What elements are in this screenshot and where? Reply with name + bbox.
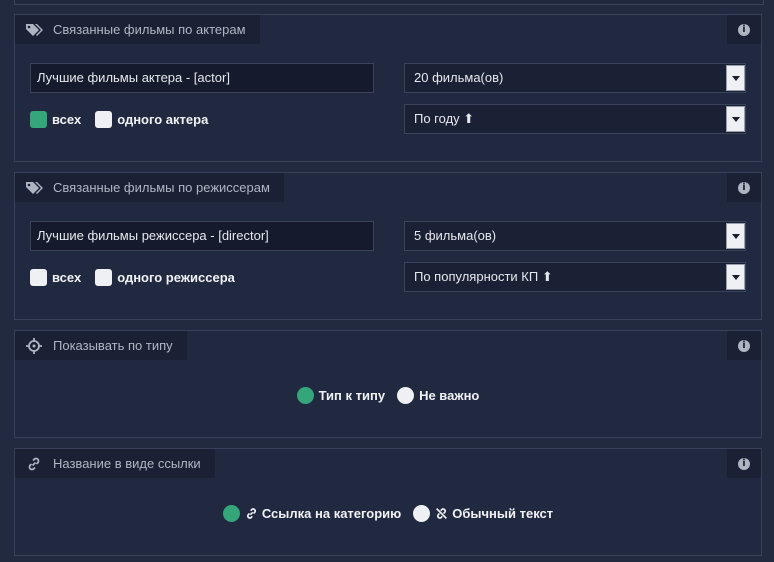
link-category-radio[interactable]: Ссылка на категорию [222,505,402,522]
link-panel-title: Название в виде ссылки [53,456,201,471]
director-related-panel: Связанные фильмы по режиссерам i Лучшие … [14,172,762,320]
director-info-button[interactable]: i [727,173,761,202]
type-radio-group: Тип к типу Не важно [15,387,761,404]
radio-dot[interactable] [222,505,240,522]
type-info-button[interactable]: i [727,331,761,360]
actor-single-checkbox[interactable]: одного актера [95,111,208,128]
link-icon [245,507,258,520]
radio-label: Обычный текст [452,506,554,521]
director-panel-title: Связанные фильмы по режиссерам [53,180,270,195]
director-count-select[interactable]: 5 фильма(ов) [404,221,746,251]
actor-sort-select[interactable]: По году ⬆ [404,104,746,134]
actor-info-button[interactable]: i [727,15,761,44]
link-panel: Название в виде ссылки i Ссылка на катег… [14,448,762,556]
checkbox-label: всех [52,112,82,127]
director-all-checkbox[interactable]: всех [30,269,81,286]
chevron-down-icon[interactable] [726,264,745,290]
radio-dot[interactable] [413,505,431,522]
director-count-value: 5 фильма(ов) [414,228,497,243]
type-panel-header: Показывать по типу [15,331,187,360]
type-panel: Показывать по типу i Тип к типу Не важно [14,330,762,438]
radio-label: Ссылка на категорию [261,506,402,521]
checkbox-label: одного режиссера [117,270,235,285]
crosshair-icon [25,337,43,355]
info-icon: i [738,457,750,470]
director-panel-header: Связанные фильмы по режиссерам [15,173,284,202]
director-title-input[interactable]: Лучшие фильмы режиссера - [director] [30,221,374,251]
info-icon: i [738,181,750,194]
link-info-button[interactable]: i [727,449,761,478]
link-plain-radio[interactable]: Обычный текст [413,505,553,522]
actor-panel-title: Связанные фильмы по актерам [53,22,246,37]
actor-mode-checkboxes: всех одного актера [30,111,222,128]
tags-icon [25,21,43,39]
previous-panel-edge [14,0,764,5]
link-panel-header: Название в виде ссылки [15,449,215,478]
checkbox-label: одного актера [117,112,209,127]
type-any-radio[interactable]: Не важно [397,387,479,404]
link-icon [25,455,43,473]
info-icon: i [738,23,750,36]
checkbox-box[interactable] [30,111,47,128]
actor-all-checkbox[interactable]: всех [30,111,81,128]
actor-sort-value: По году ⬆ [414,111,475,126]
director-sort-value: По популярности КП ⬆ [414,269,553,284]
radio-dot[interactable] [296,387,314,404]
director-mode-checkboxes: всех одного режиссера [30,269,249,286]
actor-count-value: 20 фильма(ов) [414,70,504,85]
type-panel-title: Показывать по типу [53,338,173,353]
tags-icon [25,179,43,197]
type-same-radio[interactable]: Тип к типу [296,387,386,404]
link-radio-group: Ссылка на категорию Обычный текст [15,505,761,522]
radio-label: Не важно [419,388,480,403]
chevron-down-icon[interactable] [726,106,745,132]
info-icon: i [738,339,750,352]
chevron-down-icon[interactable] [726,65,745,91]
checkbox-box[interactable] [95,269,113,286]
actor-panel-header: Связанные фильмы по актерам [15,15,260,44]
checkbox-label: всех [52,270,82,285]
actor-related-panel: Связанные фильмы по актерам i Лучшие фил… [14,14,762,162]
director-single-checkbox[interactable]: одного режиссера [95,269,235,286]
chevron-down-icon[interactable] [726,223,745,249]
director-sort-select[interactable]: По популярности КП ⬆ [404,262,746,292]
actor-count-select[interactable]: 20 фильма(ов) [404,63,746,93]
radio-dot[interactable] [397,387,415,404]
checkbox-box[interactable] [30,269,47,286]
unlink-icon [435,507,448,520]
checkbox-box[interactable] [95,111,113,128]
radio-label: Тип к типу [318,388,386,403]
actor-title-input[interactable]: Лучшие фильмы актера - [actor] [30,63,374,93]
